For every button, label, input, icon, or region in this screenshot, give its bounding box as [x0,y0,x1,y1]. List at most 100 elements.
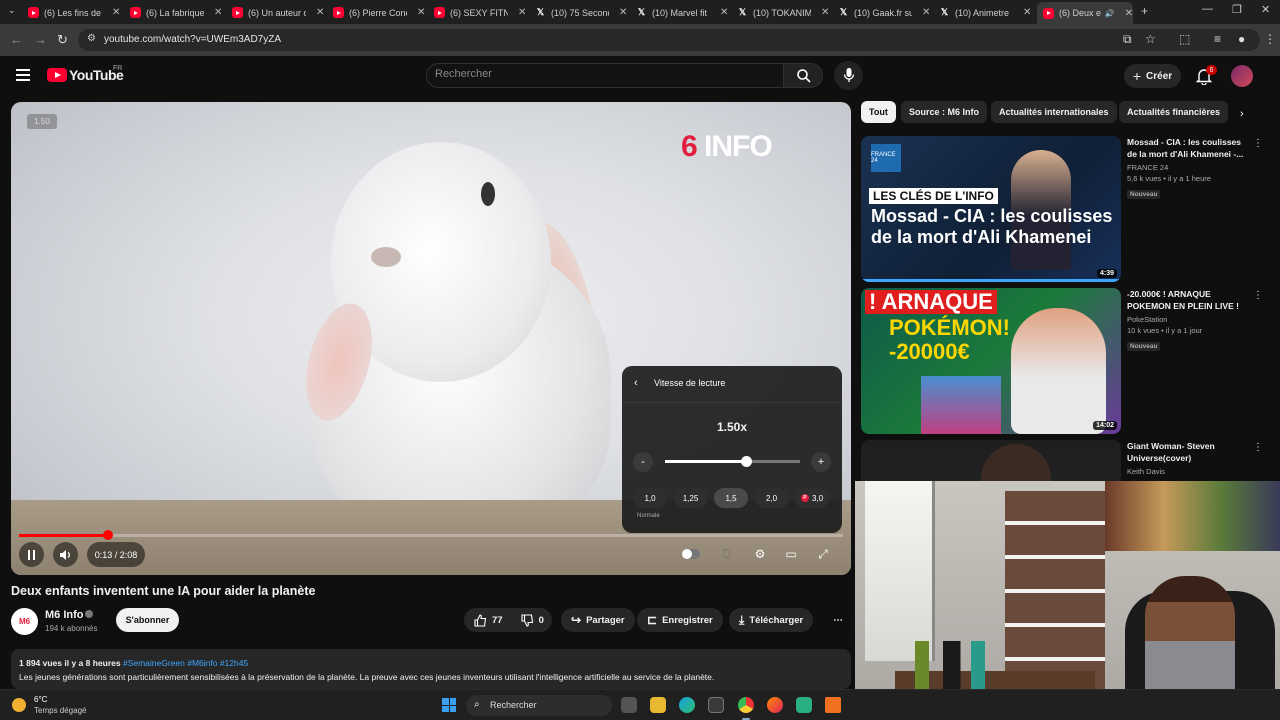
fullscreen-icon[interactable]: ⤢ [813,544,833,564]
task-view-icon[interactable] [621,697,637,713]
chip-source[interactable]: Source : M6 Info [901,101,988,123]
progress-bar[interactable] [19,530,843,540]
new-tab-button[interactable]: + [1141,4,1148,18]
voice-search-button[interactable] [834,61,863,90]
pause-button[interactable] [19,542,44,567]
recommendation-title[interactable]: Mossad - CIA : les coulisses de la mort … [1127,136,1253,160]
dislike-button[interactable]: 0 [521,613,544,627]
speed-preset-button[interactable]: 1,0 [633,488,667,508]
search-input[interactable] [435,68,735,80]
close-tab-icon[interactable]: ✕ [619,7,627,18]
vlc-icon[interactable] [825,697,841,713]
menu-icon[interactable] [16,69,30,81]
edge-icon[interactable] [679,697,695,713]
browser-tab[interactable]: (6) Pierre Cone ✕ [333,3,427,22]
more-options-icon[interactable]: ⋮ [1253,290,1263,301]
chip-all[interactable]: Tout [861,101,896,123]
subtitles-icon[interactable]: ⎕ [717,544,737,564]
chrome-icon[interactable] [738,697,754,720]
audio-playing-icon[interactable]: 🔊 [1105,9,1115,18]
minimize-button[interactable]: — [1202,3,1213,15]
recommendation-channel[interactable]: PokeStation [1127,315,1253,324]
channel-avatar[interactable]: M6 [11,608,38,635]
weather-description[interactable]: Temps dégagé [34,706,86,715]
chip-financial-news[interactable]: Actualités financières [1119,101,1229,123]
browser-tab[interactable]: (6) Les fins de ✕ [28,3,122,22]
recommendation-channel[interactable]: FRANCE 24 [1127,163,1253,172]
speed-decrease-button[interactable]: - [633,452,653,472]
close-tab-icon[interactable]: ✕ [821,7,829,18]
profile-icon[interactable]: ● [1238,32,1245,46]
bookmark-star-icon[interactable]: ☆ [1145,32,1156,46]
forward-icon[interactable]: → [34,32,47,47]
tab-list-dropdown-icon[interactable]: ⌄ [8,5,16,16]
browser-tab[interactable]: 𝕏 (10) Marvel fit ✕ [636,3,730,22]
more-options-icon[interactable]: ⋮ [1253,442,1263,453]
back-icon[interactable]: ← [10,32,23,47]
channel-name[interactable]: M6 Info [45,609,84,621]
chevron-left-icon[interactable]: ‹ [634,377,638,389]
close-tab-icon[interactable]: ✕ [316,7,324,18]
youtube-logo-icon[interactable] [47,68,67,82]
chip-international-news[interactable]: Actualités internationales [991,101,1117,123]
more-options-icon[interactable]: ⋮ [1253,138,1263,149]
speed-preset-button[interactable]: 1,5 [714,488,748,508]
browser-tab[interactable]: 𝕏 (10) Animetre ✕ [939,3,1033,22]
close-tab-icon[interactable]: ✕ [1023,7,1031,18]
save-button[interactable]: ⊏ Enregistrer [637,608,723,632]
volume-button[interactable] [53,542,78,567]
speed-preset-button[interactable]: P 3,0 [795,488,829,508]
close-tab-icon[interactable]: ✕ [1125,8,1133,19]
speed-slider-handle[interactable] [741,456,752,467]
browser-tab[interactable]: 𝕏 (10) TOKANIM ✕ [737,3,831,22]
recommendation-title[interactable]: -20.000€ ! ARNAQUE POKEMON EN PLEIN LIVE… [1127,288,1253,312]
subscribe-button[interactable]: S'abonner [116,608,179,632]
close-tab-icon[interactable]: ✕ [112,7,120,18]
video-thumbnail[interactable]: FRANCE 24 LES CLÉS DE L'INFO Mossad - CI… [861,136,1121,282]
weather-temperature[interactable]: 6°C [34,695,47,704]
firefox-icon[interactable] [767,697,783,713]
browser-tab[interactable]: 𝕏 (10) Gaak.fr su ✕ [838,3,932,22]
browser-menu-icon[interactable]: ⋮ [1264,32,1276,46]
store-icon[interactable] [708,697,724,713]
video-player[interactable]: 6 INFO 1.50 ‹ Vitesse de lecture 1.50x -… [11,102,851,575]
speed-preset-button[interactable]: 2,0 [754,488,789,508]
weather-sun-icon[interactable] [12,698,26,712]
recommendation-item[interactable]: ! ARNAQUE POKÉMON! -20000€ 14:02 -20.000… [861,288,1263,434]
chevron-right-icon[interactable]: › [1240,108,1244,120]
media-controls-icon[interactable]: ≡ [1214,32,1221,46]
close-window-button[interactable]: ✕ [1261,3,1270,16]
description-box[interactable]: 1 894 vues il y a 8 heures #SemaineGreen… [11,649,851,689]
taskbar-search[interactable]: ⌕ Rechercher [466,695,612,716]
share-button[interactable]: ↪ Partager [561,608,635,632]
maximize-button[interactable]: ❐ [1232,3,1242,16]
theater-mode-icon[interactable]: ▭ [781,544,801,564]
browser-tab[interactable]: 𝕏 (10) 75 Second ✕ [535,3,629,22]
search-button[interactable] [783,63,823,88]
url-field[interactable]: ⚙ youtube.com/watch?v=UWEm3AD7yZA [78,29,1260,51]
browser-tab[interactable]: (6) La fabrique ✕ [130,3,224,22]
create-button[interactable]: + Créer [1124,64,1181,88]
install-icon[interactable]: ⧉ [1123,32,1132,47]
app-icon[interactable] [796,697,812,713]
account-avatar[interactable] [1231,65,1253,87]
extensions-icon[interactable]: ⬚ [1179,32,1190,46]
close-tab-icon[interactable]: ✕ [214,7,222,18]
speed-preset-button[interactable]: 1,25 [673,488,708,508]
close-tab-icon[interactable]: ✕ [922,7,930,18]
autoplay-toggle[interactable] [681,544,701,564]
speed-slider[interactable] [665,456,800,467]
hashtags[interactable]: #SemaineGreen #M6info #12h45 [123,658,248,668]
settings-gear-icon[interactable]: ⚙ [750,544,770,564]
speed-menu-header[interactable]: ‹ Vitesse de lecture [622,366,842,403]
reload-icon[interactable]: ↻ [57,32,68,48]
speed-increase-button[interactable]: + [811,452,831,472]
browser-tab[interactable]: (6) SEXY FITNE ✕ [434,3,528,22]
download-button[interactable]: ⤓ Télécharger [729,608,814,632]
close-tab-icon[interactable]: ✕ [720,7,728,18]
video-thumbnail[interactable]: ! ARNAQUE POKÉMON! -20000€ 14:02 [861,288,1121,434]
windows-start-icon[interactable] [442,698,456,712]
like-button[interactable]: 77 [474,613,503,627]
browser-tab[interactable]: (6) Deux en 🔊 ✕ [1037,2,1133,24]
close-tab-icon[interactable]: ✕ [518,7,526,18]
